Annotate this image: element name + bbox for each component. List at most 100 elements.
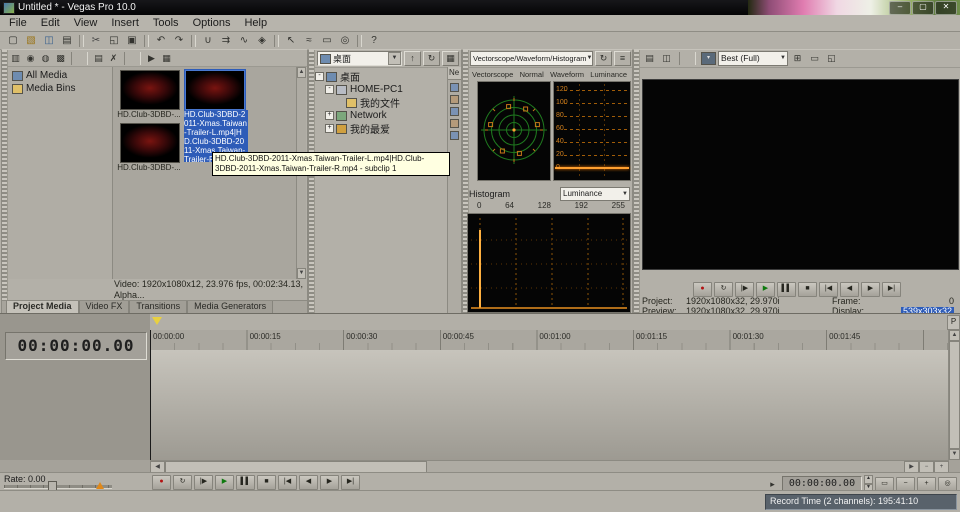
cursor-timecode-display[interactable]: 00:00:00.00 [5,332,147,360]
close-button[interactable]: ✕ [935,1,957,15]
import-media-icon[interactable]: ▥ [8,52,23,65]
scroll-down-icon[interactable]: ▼ [297,268,306,279]
scroll-down-icon[interactable]: ▼ [949,449,960,460]
vertical-scroll-thumb[interactable] [949,341,960,449]
toolbar-separator[interactable] [191,35,196,47]
capture-video-icon[interactable]: ◉ [23,52,38,65]
refresh-scopes-icon[interactable]: ↻ [595,51,612,66]
extract-audio-icon[interactable]: ◍ [38,52,53,65]
waveform-mode[interactable]: Luminance [590,70,627,79]
previous-frame-button[interactable]: ◀ [299,475,318,490]
go-to-start-button[interactable]: |◀ [278,475,297,490]
next-frame-button[interactable]: ▶ [861,282,880,297]
file-icon[interactable] [450,131,459,140]
up-one-level-icon[interactable]: ↑ [404,51,421,66]
vectorscope-mode[interactable]: Normal [520,70,544,79]
edit-cursor[interactable] [150,330,151,460]
grid-overlay-icon[interactable]: ⊞ [790,52,805,65]
scope-layout-dropdown[interactable]: Vectorscope/Waveform/Histogram ▼ [470,51,593,66]
play-button[interactable]: ▶ [756,282,775,297]
bin-all-media[interactable]: All Media [8,69,112,82]
expander-icon[interactable]: + [325,111,334,120]
file-icon[interactable] [450,107,459,116]
toolbar-separator[interactable] [274,35,279,47]
scroll-up-icon[interactable]: ▲ [949,330,960,341]
marker-bar[interactable] [150,314,949,331]
menu-item[interactable]: Edit [34,16,67,31]
safe-areas-icon[interactable]: ▭ [807,52,822,65]
chevron-down-icon[interactable]: ▼ [388,52,401,65]
new-icon[interactable]: ▢ [4,34,22,48]
timeline-track-space[interactable] [150,350,949,460]
file-icon[interactable] [450,95,459,104]
media-clip-thumbnail[interactable] [120,123,180,163]
envelope-edit-tool-icon[interactable]: ≈ [300,34,318,48]
pause-button[interactable]: ▌▌ [777,282,796,297]
loop-playback-button[interactable]: ↻ [173,475,192,490]
go-to-start-button[interactable]: |◀ [819,282,838,297]
copy-icon[interactable]: ◱ [105,34,123,48]
media-properties-icon[interactable]: ▤ [91,52,106,65]
auto-ripple-icon[interactable]: ⇉ [217,34,235,48]
external-monitor-icon[interactable]: ◫ [659,52,674,65]
play-button[interactable]: ▶ [215,475,234,490]
go-to-end-button[interactable]: ▶| [882,282,901,297]
stop-button[interactable]: ■ [257,475,276,490]
open-icon[interactable]: ▧ [22,34,40,48]
stop-button[interactable]: ■ [798,282,817,297]
file-icon[interactable] [450,83,459,92]
pause-button[interactable]: ▌▌ [236,475,255,490]
refresh-icon[interactable]: ↻ [423,51,440,66]
track-header-area[interactable]: 00:00:00.00 [0,314,151,460]
pane-button[interactable]: P [947,315,960,330]
menu-item[interactable]: Options [186,16,238,31]
auto-preview-icon[interactable]: ▶ [144,52,159,65]
help-icon[interactable]: ? [365,34,383,48]
bin-media-bins[interactable]: Media Bins [8,82,112,95]
file-icon[interactable] [450,119,459,128]
time-ruler[interactable]: 00:00:0000:00:1500:00:3000:00:4500:01:00… [150,330,949,351]
redo-icon[interactable]: ↷ [170,34,188,48]
media-clip-thumbnail-selected[interactable] [185,70,245,110]
expander-icon[interactable]: + [325,124,334,133]
menu-item[interactable]: Insert [104,16,146,31]
tree-item-documents[interactable]: 我的文件 [315,96,447,109]
title-bar[interactable]: Untitled * - Vegas Pro 10.0 – ▢ ✕ [0,0,960,15]
play-from-start-button[interactable]: |▶ [735,282,754,297]
explorer-file-list[interactable]: Ne [447,67,461,314]
ignore-grouping-icon[interactable]: ◈ [253,34,271,48]
scroll-up-icon[interactable]: ▲ [297,67,306,78]
dock-grip[interactable] [634,50,640,314]
loop-region-marker[interactable] [152,317,162,325]
expander-icon[interactable]: - [325,85,334,94]
paste-icon[interactable]: ▣ [123,34,141,48]
tree-item-favorites[interactable]: + 我的最爱 [315,122,447,135]
cut-icon[interactable]: ✂ [87,34,105,48]
tree-item-desktop[interactable]: - 桌面 [315,70,447,83]
preview-quality-dropdown[interactable]: Best (Full) ▼ [718,51,788,66]
next-frame-button[interactable]: ▶ [320,475,339,490]
undo-icon[interactable]: ↶ [152,34,170,48]
toolbar-separator[interactable] [357,35,362,47]
timecode-options-icon[interactable]: ▸ [765,478,780,491]
maximize-button[interactable]: ▢ [912,1,934,15]
menu-item[interactable]: Tools [146,16,186,31]
name-column-header[interactable]: Ne [448,67,461,80]
go-to-end-button[interactable]: ▶| [341,475,360,490]
snapshot-icon[interactable]: ◱ [824,52,839,65]
menu-item[interactable]: View [67,16,105,31]
toolbar-separator[interactable] [144,35,149,47]
address-dropdown[interactable]: 桌面 ▼ [317,51,402,66]
views-icon[interactable]: ▦ [159,52,174,65]
record-button[interactable]: ● [152,475,171,490]
toolbar-separator[interactable] [79,35,84,47]
spin-up-icon[interactable]: ▲ [864,475,873,484]
toolbar-separator[interactable] [124,52,141,65]
properties-icon[interactable]: ▤ [58,34,76,48]
toolbar-separator[interactable] [679,52,696,65]
project-properties-icon[interactable]: ▤ [642,52,657,65]
lock-envelopes-icon[interactable]: ∿ [235,34,253,48]
record-button[interactable]: ● [693,282,712,297]
menu-item[interactable]: Help [237,16,274,31]
timeline-vertical-scrollbar[interactable]: ▲ ▼ [948,330,960,460]
